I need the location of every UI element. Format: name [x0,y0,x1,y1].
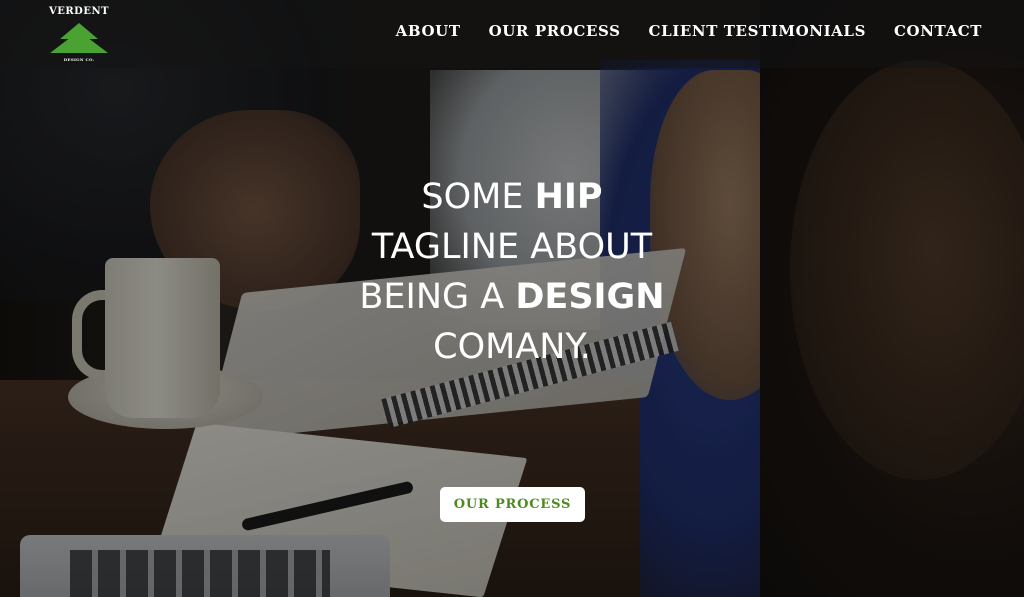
logo-name-bottom: DESIGN CO. [63,57,95,62]
tagline-line-3-prefix: BEING A [359,277,516,317]
our-process-button[interactable]: OUR PROCESS [440,487,585,522]
tagline-line-1-prefix: SOME [421,177,535,217]
logo-name-top: VERDENT [48,6,110,17]
tagline-line-1-bold: HIP [534,177,603,217]
green-pine-tree-icon [50,23,108,53]
nav-link-about[interactable]: ABOUT [396,22,461,40]
primary-nav: ABOUT OUR PROCESS CLIENT TESTIMONIALS CO… [396,22,982,40]
tagline-line-1: SOME HIP [0,172,1024,222]
nav-link-client-testimonials[interactable]: CLIENT TESTIMONIALS [649,22,866,40]
logo[interactable]: VERDENT DESIGN CO. [44,6,114,66]
tagline-line-4: COMANY. [433,327,591,367]
hero-section: VERDENT DESIGN CO. ABOUT OUR PROCESS CLI… [0,0,1024,597]
navbar: VERDENT DESIGN CO. ABOUT OUR PROCESS CLI… [0,0,1024,68]
tagline-line-3: BEING A DESIGN [0,272,1024,322]
hero-tagline: SOME HIP TAGLINE ABOUT BEING A DESIGN CO… [0,172,1024,372]
nav-link-contact[interactable]: CONTACT [894,22,982,40]
tagline-line-3-bold: DESIGN [515,277,665,317]
nav-link-our-process[interactable]: OUR PROCESS [489,22,621,40]
tagline-line-2: TAGLINE ABOUT [371,227,653,267]
